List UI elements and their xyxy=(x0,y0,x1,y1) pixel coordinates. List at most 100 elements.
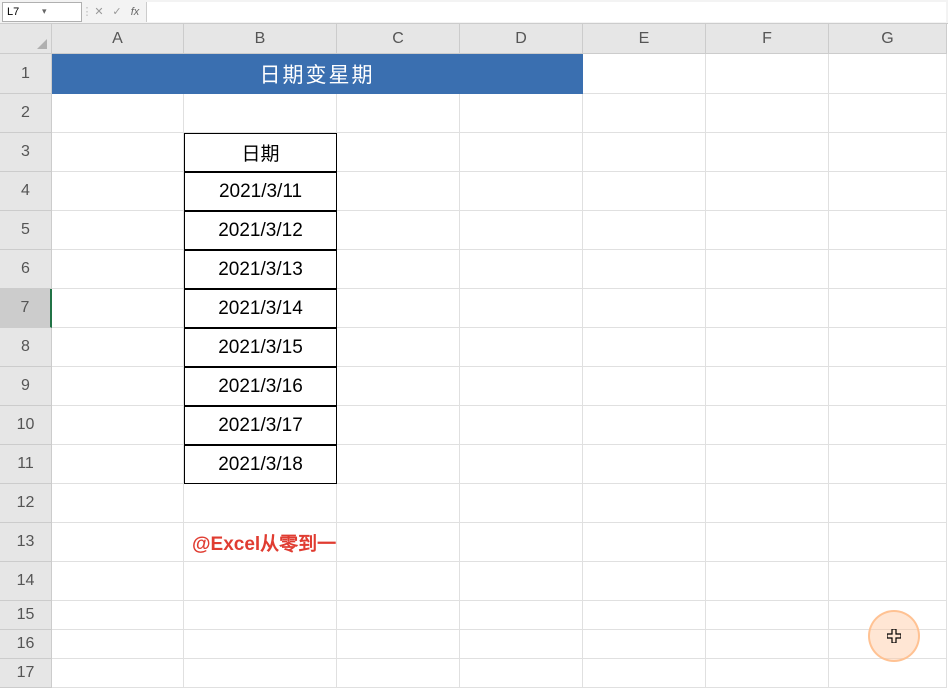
date-cell[interactable]: 2021/3/12 xyxy=(184,211,337,250)
cell-E1[interactable] xyxy=(583,54,706,94)
cell-B15[interactable] xyxy=(184,601,337,630)
name-box[interactable]: L7 ▾ xyxy=(2,2,82,22)
cell-G17[interactable] xyxy=(829,659,947,688)
col-header-D[interactable]: D xyxy=(460,24,583,54)
cell-G11[interactable] xyxy=(829,445,947,484)
cell-A7[interactable] xyxy=(52,289,184,328)
cell-E2[interactable] xyxy=(583,94,706,133)
cell-F7[interactable] xyxy=(706,289,829,328)
cell-F2[interactable] xyxy=(706,94,829,133)
row-header-2[interactable]: 2 xyxy=(0,94,52,133)
cell-C5[interactable] xyxy=(337,211,460,250)
cell-A9[interactable] xyxy=(52,367,184,406)
date-cell[interactable]: 2021/3/18 xyxy=(184,445,337,484)
cell-G8[interactable] xyxy=(829,328,947,367)
row-header-8[interactable]: 8 xyxy=(0,328,52,367)
cell-E7[interactable] xyxy=(583,289,706,328)
cell-D8[interactable] xyxy=(460,328,583,367)
row-header-7[interactable]: 7 xyxy=(0,289,52,328)
cell-D13[interactable] xyxy=(460,523,583,562)
cell-F11[interactable] xyxy=(706,445,829,484)
cell-E9[interactable] xyxy=(583,367,706,406)
cell-F8[interactable] xyxy=(706,328,829,367)
cell-F10[interactable] xyxy=(706,406,829,445)
cell-D5[interactable] xyxy=(460,211,583,250)
col-header-A[interactable]: A xyxy=(52,24,184,54)
cell-A16[interactable] xyxy=(52,630,184,659)
cell-F12[interactable] xyxy=(706,484,829,523)
cell-C8[interactable] xyxy=(337,328,460,367)
cell-E13[interactable] xyxy=(583,523,706,562)
chevron-down-icon[interactable]: ▾ xyxy=(42,6,77,17)
col-header-B[interactable]: B xyxy=(184,24,337,54)
cell-C4[interactable] xyxy=(337,172,460,211)
col-header-C[interactable]: C xyxy=(337,24,460,54)
cell-F16[interactable] xyxy=(706,630,829,659)
cell-A10[interactable] xyxy=(52,406,184,445)
cell-E17[interactable] xyxy=(583,659,706,688)
row-header-11[interactable]: 11 xyxy=(0,445,52,484)
cell-C3[interactable] xyxy=(337,133,460,172)
col-header-F[interactable]: F xyxy=(706,24,829,54)
cell-E15[interactable] xyxy=(583,601,706,630)
date-cell[interactable]: 2021/3/11 xyxy=(184,172,337,211)
cell-C10[interactable] xyxy=(337,406,460,445)
cell-F3[interactable] xyxy=(706,133,829,172)
cell-C7[interactable] xyxy=(337,289,460,328)
cell-F15[interactable] xyxy=(706,601,829,630)
cell-C11[interactable] xyxy=(337,445,460,484)
cell-F1[interactable] xyxy=(706,54,829,94)
cell-E11[interactable] xyxy=(583,445,706,484)
cell-E12[interactable] xyxy=(583,484,706,523)
date-cell[interactable]: 2021/3/15 xyxy=(184,328,337,367)
cell-D10[interactable] xyxy=(460,406,583,445)
cell-F9[interactable] xyxy=(706,367,829,406)
cell-G1[interactable] xyxy=(829,54,947,94)
watermark-cell[interactable]: @Excel从零到一 xyxy=(184,523,337,562)
formula-input[interactable] xyxy=(146,2,946,22)
row-header-9[interactable]: 9 xyxy=(0,367,52,406)
cell-D16[interactable] xyxy=(460,630,583,659)
cell-F6[interactable] xyxy=(706,250,829,289)
row-header-12[interactable]: 12 xyxy=(0,484,52,523)
cell-D6[interactable] xyxy=(460,250,583,289)
cell-C2[interactable] xyxy=(337,94,460,133)
cell-C13[interactable] xyxy=(337,523,460,562)
cell-D9[interactable] xyxy=(460,367,583,406)
cell-B17[interactable] xyxy=(184,659,337,688)
select-all-corner[interactable] xyxy=(0,24,52,54)
cell-C15[interactable] xyxy=(337,601,460,630)
date-cell[interactable]: 2021/3/16 xyxy=(184,367,337,406)
cell-A5[interactable] xyxy=(52,211,184,250)
cell-A3[interactable] xyxy=(52,133,184,172)
cell-A6[interactable] xyxy=(52,250,184,289)
table-header[interactable]: 日期 xyxy=(184,133,337,172)
cell-D3[interactable] xyxy=(460,133,583,172)
cell-A11[interactable] xyxy=(52,445,184,484)
cell-E16[interactable] xyxy=(583,630,706,659)
date-cell[interactable]: 2021/3/17 xyxy=(184,406,337,445)
cell-G13[interactable] xyxy=(829,523,947,562)
cell-F14[interactable] xyxy=(706,562,829,601)
cell-D15[interactable] xyxy=(460,601,583,630)
fx-icon[interactable]: fx xyxy=(126,3,144,21)
cell-G14[interactable] xyxy=(829,562,947,601)
cell-D14[interactable] xyxy=(460,562,583,601)
cell-E5[interactable] xyxy=(583,211,706,250)
cell-D7[interactable] xyxy=(460,289,583,328)
cell-B12[interactable] xyxy=(184,484,337,523)
cell-G3[interactable] xyxy=(829,133,947,172)
date-cell[interactable]: 2021/3/13 xyxy=(184,250,337,289)
cell-A8[interactable] xyxy=(52,328,184,367)
cell-F13[interactable] xyxy=(706,523,829,562)
cell-G12[interactable] xyxy=(829,484,947,523)
cell-C12[interactable] xyxy=(337,484,460,523)
cell-F17[interactable] xyxy=(706,659,829,688)
cell-E4[interactable] xyxy=(583,172,706,211)
row-header-14[interactable]: 14 xyxy=(0,562,52,601)
title-cell[interactable]: 日期变星期 xyxy=(52,54,583,94)
col-header-G[interactable]: G xyxy=(829,24,947,54)
cell-G6[interactable] xyxy=(829,250,947,289)
cell-B16[interactable] xyxy=(184,630,337,659)
cell-C9[interactable] xyxy=(337,367,460,406)
